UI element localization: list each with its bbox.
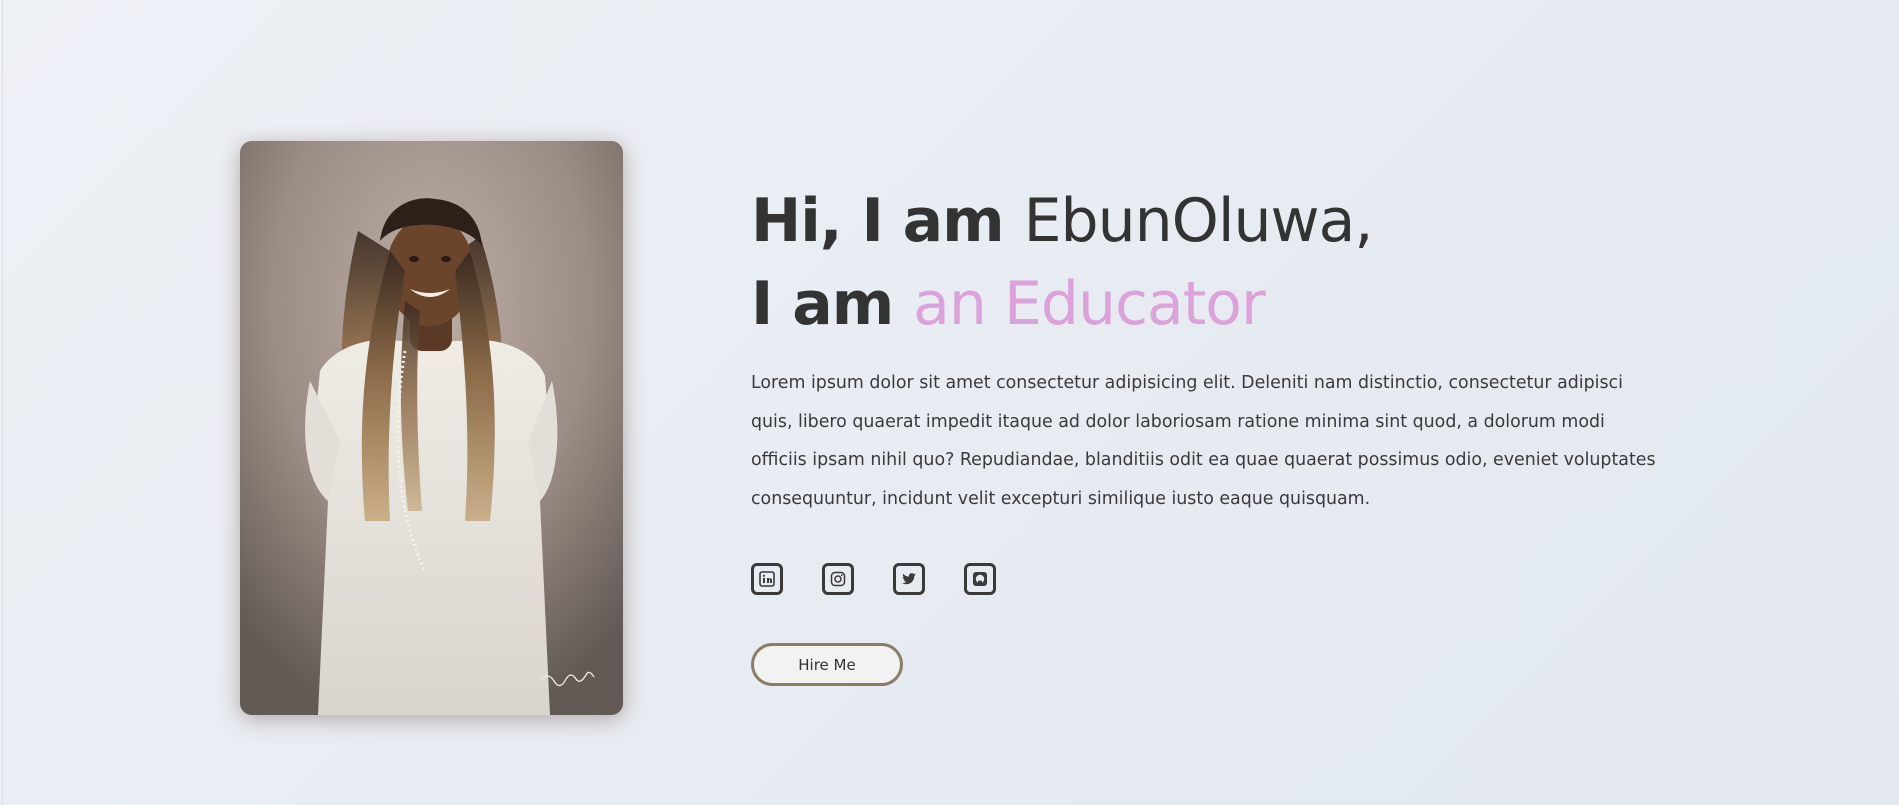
role-text: an Educator: [913, 269, 1266, 339]
instagram-icon: [830, 571, 846, 587]
twitter-link[interactable]: [893, 563, 925, 595]
greeting-text: Hi, I am: [751, 186, 1005, 256]
twitter-icon: [902, 573, 916, 585]
greeting-heading: Hi, I am EbunOluwa,: [751, 180, 1671, 263]
hire-me-button[interactable]: Hire Me: [751, 643, 903, 686]
github-link[interactable]: [964, 563, 996, 595]
bio-paragraph: Lorem ipsum dolor sit amet consectetur a…: [751, 373, 1656, 509]
role-prefix-text: I am: [751, 269, 894, 339]
linkedin-link[interactable]: [751, 563, 783, 595]
github-icon: [973, 572, 987, 586]
instagram-link[interactable]: [822, 563, 854, 595]
name-text: EbunOluwa,: [1023, 186, 1374, 256]
hero-section: Hi, I am EbunOluwa, I am an Educator Lor…: [0, 0, 1899, 805]
social-links: [751, 563, 1671, 595]
linkedin-icon: [759, 571, 775, 587]
intro-content: Hi, I am EbunOluwa, I am an Educator Lor…: [751, 180, 1671, 686]
profile-photo: [240, 141, 623, 715]
role-heading: I am an Educator: [751, 263, 1671, 346]
